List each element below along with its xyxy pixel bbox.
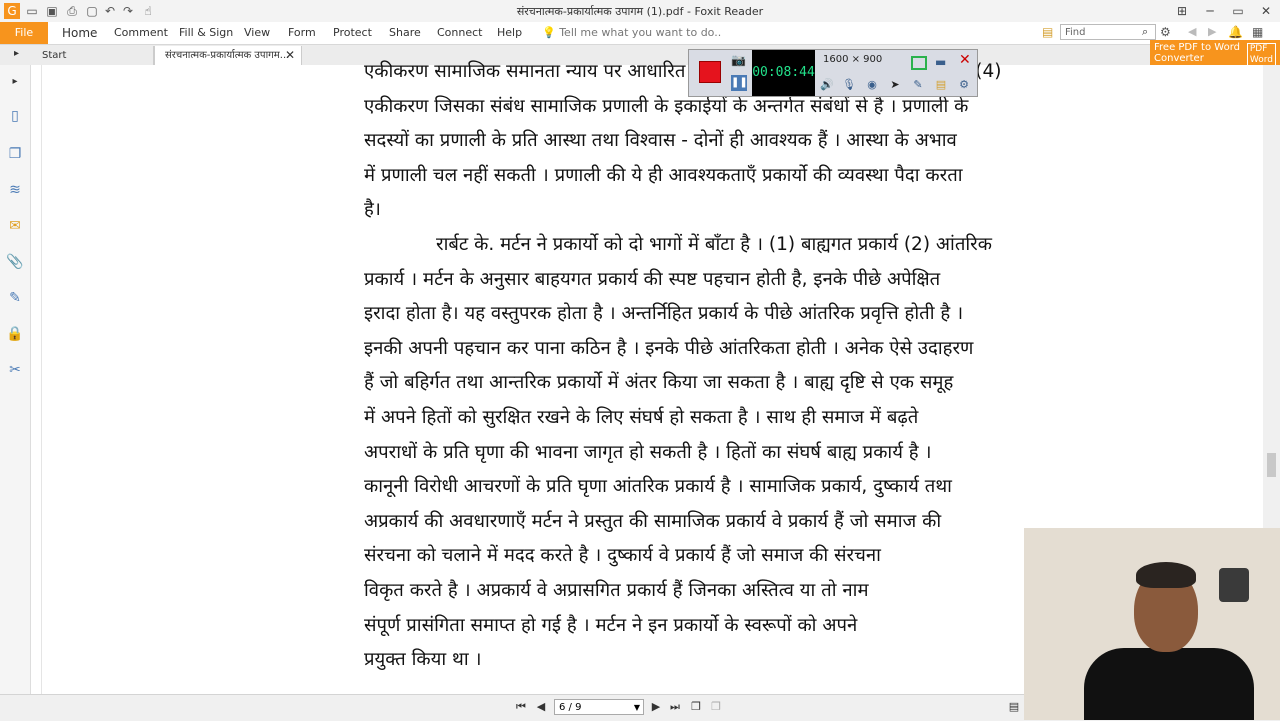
minimize-recorder-icon[interactable]: ▬ <box>935 55 946 69</box>
maximize-button[interactable]: ▭ <box>1224 0 1252 22</box>
tab-protect[interactable]: Protect <box>333 22 372 44</box>
promo-badge: PDF Word <box>1246 43 1276 67</box>
camera-icon[interactable]: 📷 <box>731 53 746 67</box>
last-page-icon[interactable]: ⏭ <box>667 699 683 715</box>
doc-line: में अपने हितों को सुरक्षित रखने के लिए स… <box>364 406 919 428</box>
restore-layout-icon[interactable]: ⊞ <box>1168 0 1196 22</box>
doc-line: सदस्यों का प्रणाली के प्रति आस्था तथा वि… <box>364 130 957 152</box>
tell-me-search[interactable]: 💡 Tell me what you want to do.. <box>542 22 721 44</box>
capture-region-icon[interactable] <box>911 56 927 70</box>
attachment-icon[interactable]: 📎 <box>6 253 24 271</box>
scrollbar-thumb[interactable] <box>1267 453 1276 477</box>
tab-connect[interactable]: Connect <box>437 22 482 44</box>
tab-form[interactable]: Form <box>288 22 316 44</box>
layers-icon[interactable]: ≋ <box>6 181 24 199</box>
webcam-icon[interactable]: ◉ <box>864 77 880 93</box>
tab-start[interactable]: Start <box>32 46 154 65</box>
chevron-down-icon[interactable]: ▼ <box>634 700 640 716</box>
first-page-icon[interactable]: ⏮ <box>513 699 529 715</box>
doc-line: इनकी अपनी पहचान कर पाना कठिन है । इनके प… <box>364 337 974 359</box>
tab-home[interactable]: Home <box>62 22 97 44</box>
notification-icon[interactable]: 🔔 <box>1228 25 1243 39</box>
forward-icon[interactable]: ▶ <box>1208 25 1216 38</box>
close-button[interactable]: ✕ <box>1252 0 1280 22</box>
doc-line: हैं जो बहिर्गत तथा आन्तरिक प्रकार्यो में… <box>364 372 954 394</box>
tools-icon[interactable]: ✂ <box>6 361 24 379</box>
recording-timer: 00:08:44 <box>752 50 815 96</box>
left-sidebar: ▸ ▯ ❐ ≋ ✉ 📎 ✎ 🔒 ✂ <box>0 65 31 694</box>
speaker-icon[interactable]: 🔊 <box>819 77 835 93</box>
tab-file[interactable]: File <box>0 22 48 44</box>
record-stop-button[interactable] <box>699 61 721 83</box>
pause-button[interactable]: ❚❚ <box>731 75 748 91</box>
presenter-body <box>1084 648 1254 720</box>
tab-comment[interactable]: Comment <box>114 22 168 44</box>
pen-icon[interactable]: ✎ <box>910 77 926 93</box>
promo-banner[interactable]: Free PDF to Word Converter PDF Word <box>1150 40 1280 67</box>
promo-badge-pdf: PDF <box>1249 44 1268 54</box>
signature-icon[interactable]: ✎ <box>6 289 24 307</box>
tab-help[interactable]: Help <box>497 22 522 44</box>
doc-line: है। <box>364 199 381 221</box>
window-controls: ⊞ ─ ▭ ✕ <box>1168 0 1280 22</box>
doc-line: रार्बट के. मर्टन ने प्रकार्यो को दो भागो… <box>436 233 992 255</box>
ribbon-tabs: File Home Comment Fill & Sign View Form … <box>0 22 1280 45</box>
tab-view[interactable]: View <box>244 22 270 44</box>
folder-icon[interactable]: ▤ <box>1042 25 1053 39</box>
next-page-icon[interactable]: ▶ <box>648 699 664 715</box>
account-icon[interactable]: ▦ <box>1252 25 1263 39</box>
page-view-icon[interactable]: ▤ <box>1006 699 1022 715</box>
tab-document[interactable]: संरचनात्मक-प्रकार्यात्मक उपागम... ✕ <box>154 46 302 65</box>
webcam-decor <box>1219 568 1249 602</box>
cursor-icon[interactable]: ➤ <box>887 77 903 93</box>
expand-sidebar-icon[interactable]: ▸ <box>6 73 24 91</box>
recording-resolution: 1600 × 900 <box>823 54 883 65</box>
screen-recorder-toolbar: 📷 ❚❚ 00:08:44 1600 × 900 ▬ ✕ 🔊 🎙 ◉ ➤ ✎ ▤… <box>688 49 978 97</box>
gear-icon[interactable]: ⚙ <box>956 77 972 93</box>
tab-document-label: संरचनात्मक-प्रकार्यात्मक उपागम... <box>165 50 290 61</box>
settings-icon[interactable]: ⚙ <box>1160 25 1171 39</box>
close-tab-icon[interactable]: ✕ <box>285 46 295 65</box>
microphone-icon[interactable]: 🎙 <box>841 77 857 93</box>
close-recorder-icon[interactable]: ✕ <box>959 52 971 68</box>
doc-line: में प्रणाली चल नहीं सकती । प्रणाली की ये… <box>364 164 963 186</box>
tab-share[interactable]: Share <box>389 22 421 44</box>
pages-icon[interactable]: ❐ <box>6 145 24 163</box>
folder-open-icon[interactable]: ▤ <box>933 77 949 93</box>
doc-line: अपराधों के प्रति घृणा की भावना जागृत हो … <box>364 441 932 463</box>
tell-me-label: Tell me what you want to do.. <box>559 26 722 39</box>
doc-line: कानूनी विरोधी आचरणों के प्रति घृणा आंतरि… <box>364 476 952 498</box>
view-facing-icon[interactable]: ❐ <box>708 699 724 715</box>
page-number-field[interactable]: 6 / 9 ▼ <box>554 699 644 715</box>
back-icon[interactable]: ◀ <box>1188 25 1196 38</box>
tab-fill-sign[interactable]: Fill & Sign <box>179 22 233 44</box>
bookmark-icon[interactable]: ▯ <box>6 107 24 125</box>
webcam-video <box>1024 528 1280 720</box>
doc-line: प्रकार्य । मर्टन के अनुसार बाहयगत प्रकार… <box>364 268 941 290</box>
previous-page-icon[interactable]: ◀ <box>533 699 549 715</box>
view-single-icon[interactable]: ❐ <box>688 699 704 715</box>
promo-badge-word: Word <box>1249 55 1273 65</box>
expand-panel-icon[interactable]: ▸ <box>14 48 19 59</box>
search-icon[interactable]: ⌕ <box>1142 25 1148 39</box>
lock-icon[interactable]: 🔒 <box>6 325 24 343</box>
window-title: संरचनात्मक-प्रकार्यात्मक उपागम (1).pdf -… <box>516 5 764 18</box>
comments-icon[interactable]: ✉ <box>6 217 24 235</box>
lightbulb-icon: 💡 <box>542 26 556 39</box>
title-bar: G ▭ ▣ ⎙ ▢ ↶ ↷ ☝ संरचनात्मक-प्रकार्यात्मक… <box>0 0 1280 22</box>
presenter-hair <box>1136 562 1196 588</box>
doc-line: इरादा होता है। यह वस्तुपरक होता है । अन्… <box>364 303 964 325</box>
page-number-value: 6 / 9 <box>559 702 582 713</box>
minimize-button[interactable]: ─ <box>1196 0 1224 22</box>
